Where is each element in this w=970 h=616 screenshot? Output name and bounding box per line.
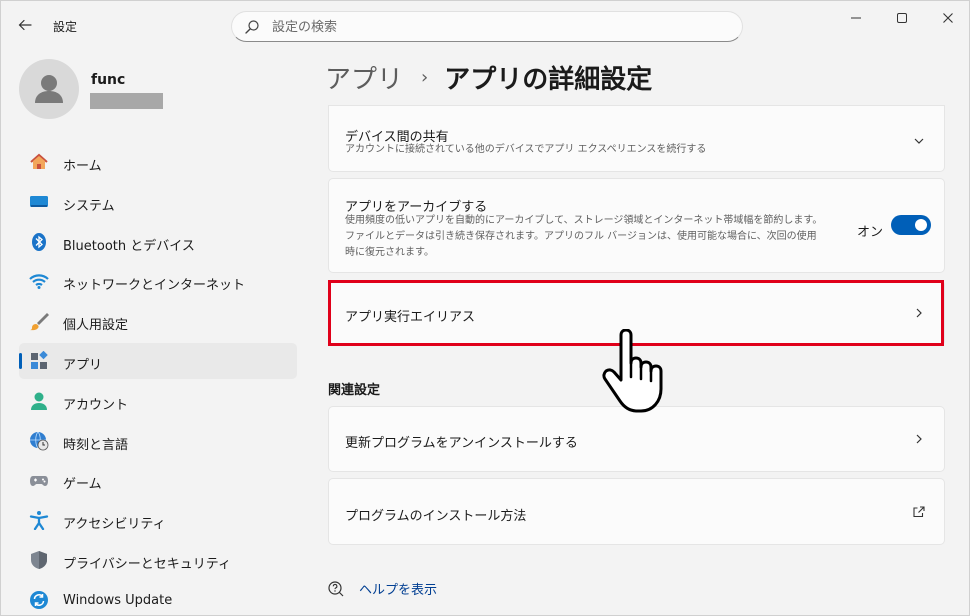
breadcrumb-separator: › [421, 66, 429, 88]
maximize-icon [897, 13, 907, 23]
system-icon [30, 195, 48, 207]
home-icon [30, 153, 48, 169]
chevron-right-icon [916, 434, 922, 444]
globe-clock-icon [30, 431, 49, 450]
sidebar-item-label: アカウント [63, 397, 129, 413]
wifi-icon [29, 274, 49, 290]
person-icon [35, 75, 63, 103]
sidebar-item-privacy[interactable]: プライバシーとセキュリティ [19, 542, 297, 578]
sidebar-item-home[interactable]: ホーム [19, 144, 297, 180]
sidebar-item-bluetooth[interactable]: Bluetooth とデバイス [19, 224, 297, 260]
archive-apps-toggle[interactable] [891, 215, 931, 235]
shield-icon [31, 550, 47, 569]
page-title: アプリの詳細設定 [444, 64, 653, 95]
avatar [19, 59, 79, 119]
search-icon [245, 20, 259, 34]
install-method-title: プログラムのインストール方法 [345, 509, 527, 524]
sidebar-item-time-language[interactable]: 時刻と言語 [19, 423, 297, 459]
settings-window: 設定 func [0, 0, 970, 616]
sidebar-item-label: システム [63, 198, 115, 214]
search-box[interactable] [231, 11, 743, 42]
back-button[interactable] [11, 13, 39, 37]
chevron-right-icon [916, 308, 922, 318]
sidebar-nav: ホーム システム Bluetooth とデバイス ネットワークとインターネット … [19, 144, 297, 616]
archive-toggle-state: オン [857, 225, 884, 240]
sidebar-item-label: ホーム [63, 159, 102, 174]
update-icon [30, 590, 48, 609]
sidebar-item-label: 時刻と言語 [63, 437, 129, 453]
app-title: 設定 [53, 20, 78, 34]
toggle-knob [915, 219, 927, 231]
sidebar-item-label: プライバシーとセキュリティ [63, 556, 231, 572]
close-button[interactable] [925, 1, 970, 35]
sidebar-item-accessibility[interactable]: アクセシビリティ [19, 502, 297, 538]
sidebar-item-network[interactable]: ネットワークとインターネット [19, 263, 297, 299]
maximize-button[interactable] [879, 1, 925, 35]
sidebar-item-apps[interactable]: アプリ [19, 342, 297, 379]
search-input[interactable] [272, 17, 712, 37]
get-help-link[interactable]: ヘルプを表示 [327, 579, 437, 598]
title-bar: 設定 [1, 1, 969, 49]
accessibility-icon [29, 511, 49, 531]
gamepad-icon [30, 476, 48, 487]
close-icon [943, 13, 953, 23]
share-card-description: アカウントに接続されている他のデバイスでアプリ エクスペリエンスを続行する [345, 144, 707, 155]
archive-card-description: 使用頻度の低いアプリを自動的にアーカイブして、ストレージ領域とインターネット帯域… [345, 215, 823, 258]
minimize-button[interactable] [833, 1, 879, 35]
breadcrumb-parent[interactable]: アプリ [325, 59, 403, 96]
uninstall-updates-card[interactable]: 更新プログラムをアンインストールする [328, 406, 945, 472]
sidebar-item-label: ゲーム [63, 477, 102, 493]
get-help-label: ヘルプを表示 [359, 583, 438, 598]
alias-card-title: アプリ実行エイリアス [345, 310, 476, 325]
related-settings-heading: 関連設定 [328, 383, 381, 398]
breadcrumb: アプリ › アプリの詳細設定 [325, 57, 652, 97]
sidebar-item-windows-update[interactable]: Windows Update [19, 582, 297, 616]
user-name: func [91, 72, 126, 88]
sidebar-item-label: アクセシビリティ [63, 517, 166, 533]
sidebar-item-label: Windows Update [63, 592, 173, 608]
sidebar-item-personalization[interactable]: 個人用設定 [19, 303, 297, 339]
archive-apps-card: アプリをアーカイブする 使用頻度の低いアプリを自動的にアーカイブして、ストレージ… [328, 178, 945, 273]
sidebar-item-label: ネットワークとインターネット [63, 278, 246, 294]
sidebar-item-accounts[interactable]: アカウント [19, 383, 297, 419]
sidebar-item-label: Bluetooth とデバイス [63, 238, 195, 254]
sidebar-item-label: 個人用設定 [63, 318, 129, 334]
account-icon [31, 392, 47, 410]
external-link-icon [913, 506, 925, 518]
minimize-icon [851, 17, 861, 19]
bluetooth-icon [32, 232, 46, 251]
install-method-card[interactable]: プログラムのインストール方法 [328, 478, 945, 545]
hand-pointer-icon [602, 329, 663, 413]
back-arrow-icon [18, 19, 32, 31]
chevron-down-icon[interactable] [912, 134, 926, 148]
brush-icon [30, 313, 49, 331]
sidebar-item-gaming[interactable]: ゲーム [19, 462, 297, 498]
share-across-devices-card[interactable]: デバイス間の共有 アカウントに接続されている他のデバイスでアプリ エクスペリエン… [328, 105, 945, 172]
sidebar-item-label: アプリ [63, 357, 103, 373]
apps-icon [31, 350, 48, 369]
uninstall-updates-title: 更新プログラムをアンインストールする [345, 436, 578, 451]
sidebar-item-system[interactable]: システム [19, 184, 297, 220]
help-chat-icon [328, 580, 344, 596]
redacted-email [90, 93, 163, 109]
